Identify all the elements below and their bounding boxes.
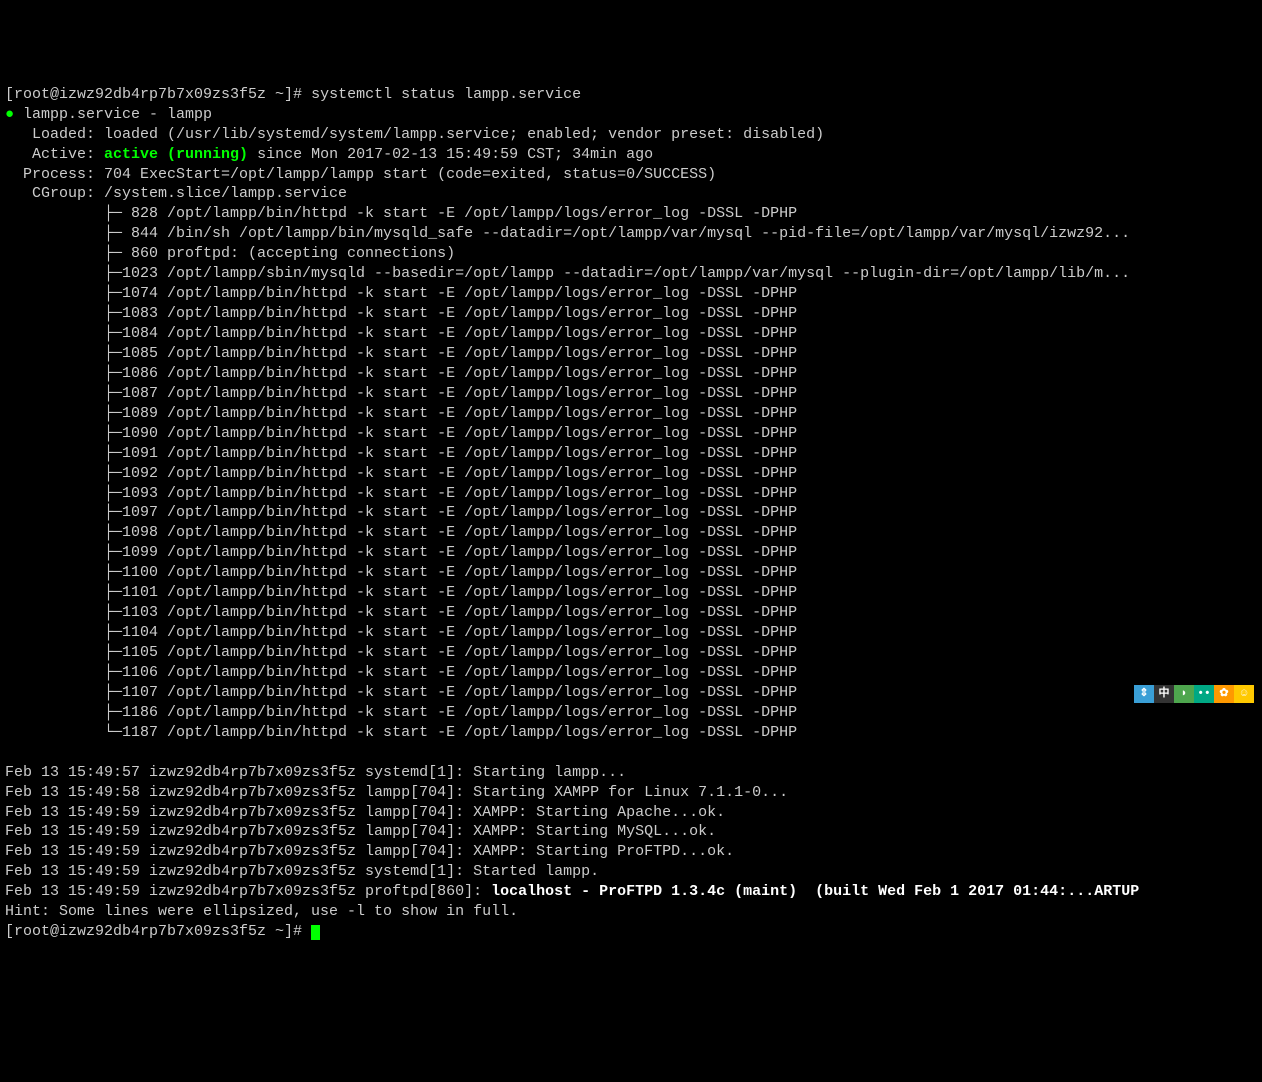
active-status: active (running) (104, 146, 248, 163)
process-row: ├─1099 /opt/lampp/bin/httpd -k start -E … (5, 544, 797, 561)
terminal-output[interactable]: [root@izwz92db4rp7b7x09zs3f5z ~]# system… (5, 85, 1257, 942)
process-row: ├─1086 /opt/lampp/bin/httpd -k start -E … (5, 365, 797, 382)
process-row: ├─1090 /opt/lampp/bin/httpd -k start -E … (5, 425, 797, 442)
toolbar-lang-icon[interactable]: 中 (1154, 685, 1174, 703)
process-row: ├─1107 /opt/lampp/bin/httpd -k start -E … (5, 684, 797, 701)
process-row: ├─1023 /opt/lampp/sbin/mysqld --basedir=… (5, 265, 1130, 282)
log-line: Feb 13 15:49:57 izwz92db4rp7b7x09zs3f5z … (5, 764, 626, 781)
process-row: ├─1103 /opt/lampp/bin/httpd -k start -E … (5, 604, 797, 621)
process-line: Process: 704 ExecStart=/opt/lampp/lampp … (5, 166, 716, 183)
unit-line: lampp.service - lampp (23, 106, 212, 123)
log-line: Feb 13 15:49:59 izwz92db4rp7b7x09zs3f5z … (5, 823, 716, 840)
process-row: ├─1106 /opt/lampp/bin/httpd -k start -E … (5, 664, 797, 681)
process-row: ├─1085 /opt/lampp/bin/httpd -k start -E … (5, 345, 797, 362)
prompt: [root@izwz92db4rp7b7x09zs3f5z ~]# (5, 86, 311, 103)
ime-toolbar: ⇕ 中 ◗ •• ✿ ☺ (1134, 685, 1254, 703)
log-line-bold: Feb 13 15:49:59 izwz92db4rp7b7x09zs3f5z … (5, 883, 1139, 900)
log-bold-msg: localhost - ProFTPD 1.3.4c (maint) (buil… (491, 883, 1139, 900)
process-row: ├─ 844 /bin/sh /opt/lampp/bin/mysqld_saf… (5, 225, 1130, 242)
process-row: ├─1101 /opt/lampp/bin/httpd -k start -E … (5, 584, 797, 601)
process-row: ├─ 860 proftpd: (accepting connections) (5, 245, 455, 262)
command-text: systemctl status lampp.service (311, 86, 581, 103)
process-row: ├─1098 /opt/lampp/bin/httpd -k start -E … (5, 524, 797, 541)
active-label: Active: (5, 146, 104, 163)
process-row: ├─ 828 /opt/lampp/bin/httpd -k start -E … (5, 205, 797, 222)
loaded-line: Loaded: loaded (/usr/lib/systemd/system/… (5, 126, 824, 143)
process-row: ├─1093 /opt/lampp/bin/httpd -k start -E … (5, 485, 797, 502)
process-row: ├─1100 /opt/lampp/bin/httpd -k start -E … (5, 564, 797, 581)
process-row: ├─1074 /opt/lampp/bin/httpd -k start -E … (5, 285, 797, 302)
process-row: ├─1097 /opt/lampp/bin/httpd -k start -E … (5, 504, 797, 521)
log-line: Feb 13 15:49:58 izwz92db4rp7b7x09zs3f5z … (5, 784, 788, 801)
process-row: ├─1087 /opt/lampp/bin/httpd -k start -E … (5, 385, 797, 402)
process-row: ├─1186 /opt/lampp/bin/httpd -k start -E … (5, 704, 797, 721)
log-line: Feb 13 15:49:59 izwz92db4rp7b7x09zs3f5z … (5, 804, 725, 821)
cursor-icon (311, 925, 320, 940)
log-line: Feb 13 15:49:59 izwz92db4rp7b7x09zs3f5z … (5, 843, 734, 860)
prompt-2: [root@izwz92db4rp7b7x09zs3f5z ~]# (5, 923, 311, 940)
cgroup-line: CGroup: /system.slice/lampp.service (5, 185, 347, 202)
toolbar-expand-icon[interactable]: ⇕ (1134, 685, 1154, 703)
toolbar-moon-icon[interactable]: ◗ (1174, 685, 1194, 703)
process-row: ├─1104 /opt/lampp/bin/httpd -k start -E … (5, 624, 797, 641)
active-rest: since Mon 2017-02-13 15:49:59 CST; 34min… (248, 146, 653, 163)
prompt-line: [root@izwz92db4rp7b7x09zs3f5z ~]# system… (5, 86, 581, 103)
process-row: ├─1105 /opt/lampp/bin/httpd -k start -E … (5, 644, 797, 661)
process-row: └─1187 /opt/lampp/bin/httpd -k start -E … (5, 724, 797, 741)
process-row: ├─1084 /opt/lampp/bin/httpd -k start -E … (5, 325, 797, 342)
status-bullet-icon: ● (5, 106, 14, 123)
log-line: Feb 13 15:49:59 izwz92db4rp7b7x09zs3f5z … (5, 863, 599, 880)
process-row: ├─1089 /opt/lampp/bin/httpd -k start -E … (5, 405, 797, 422)
process-row: ├─1083 /opt/lampp/bin/httpd -k start -E … (5, 305, 797, 322)
hint-line: Hint: Some lines were ellipsized, use -l… (5, 903, 518, 920)
log-prefix: Feb 13 15:49:59 izwz92db4rp7b7x09zs3f5z … (5, 883, 491, 900)
toolbar-skin-icon[interactable]: ☺ (1234, 685, 1254, 703)
toolbar-settings-icon[interactable]: ✿ (1214, 685, 1234, 703)
process-row: ├─1092 /opt/lampp/bin/httpd -k start -E … (5, 465, 797, 482)
process-row: ├─1091 /opt/lampp/bin/httpd -k start -E … (5, 445, 797, 462)
toolbar-punct-icon[interactable]: •• (1194, 685, 1214, 703)
